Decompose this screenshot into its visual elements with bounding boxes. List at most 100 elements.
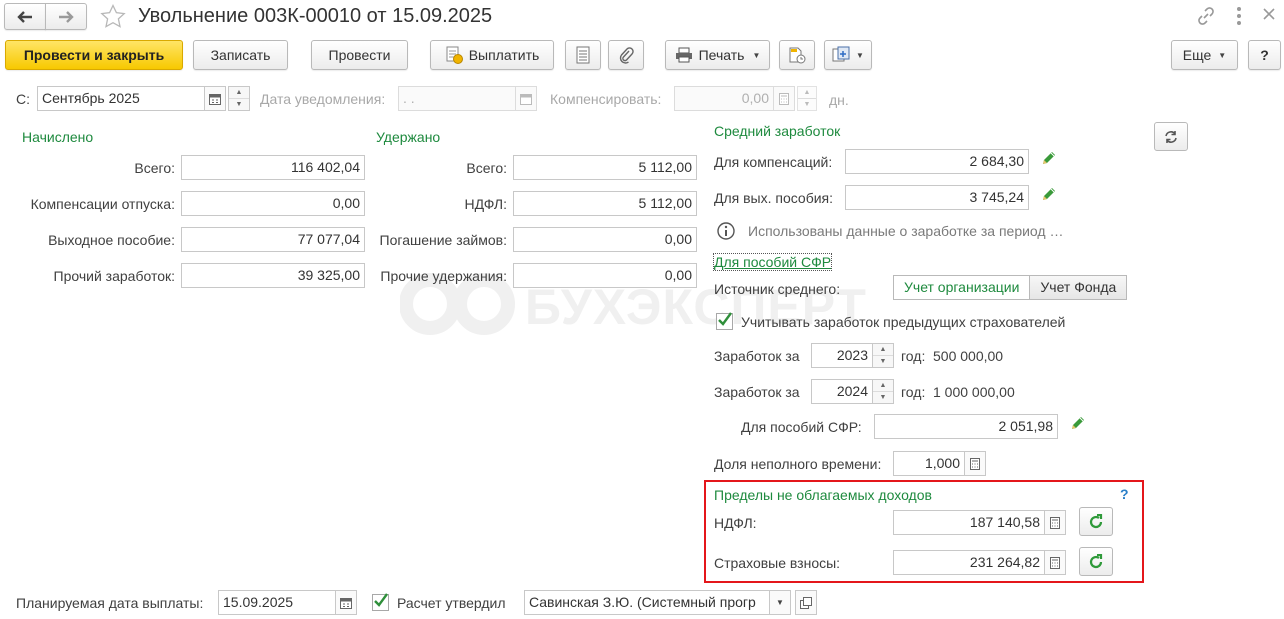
more-button[interactable]: Еще ▼ <box>1171 40 1238 70</box>
earnings-2023-year-label: год: <box>901 348 926 364</box>
approved-label: Расчет утвердил <box>397 595 506 611</box>
forward-button[interactable] <box>45 3 87 30</box>
back-button[interactable] <box>4 3 46 30</box>
limits-ndfl-refresh-button[interactable] <box>1079 507 1113 536</box>
checkmark-icon <box>374 593 388 607</box>
withheld-total-field[interactable]: 5 112,00 <box>513 155 697 180</box>
limits-help-icon[interactable]: ? <box>1120 486 1129 502</box>
avg-comp-field[interactable]: 2 684,30 <box>845 149 1029 174</box>
accrued-other-field[interactable]: 39 325,00 <box>181 263 365 288</box>
pay-date-calendar-button[interactable] <box>335 590 357 615</box>
parttime-calc-button[interactable] <box>964 451 986 476</box>
period-calendar-button[interactable] <box>204 86 226 111</box>
earnings-2024-label: Заработок за <box>714 384 800 400</box>
prev-insurers-checkbox[interactable] <box>716 312 733 330</box>
post-and-close-button[interactable]: Провести и закрыть <box>5 40 183 70</box>
accrued-vacation-field[interactable]: 0,00 <box>181 191 365 216</box>
attach-button[interactable] <box>608 40 644 70</box>
limits-insurance-refresh-button[interactable] <box>1079 547 1113 576</box>
limits-ndfl-field[interactable]: 187 140,58 <box>893 510 1045 535</box>
withheld-ndfl-label: НДФЛ: <box>464 196 507 212</box>
chevron-down-icon: ▼ <box>856 50 864 60</box>
refresh-green-icon <box>1089 553 1103 568</box>
edit-pencil-icon[interactable] <box>1041 150 1057 166</box>
calendar-icon <box>209 93 221 105</box>
close-icon[interactable] <box>1262 7 1276 24</box>
withheld-total-label: Всего: <box>466 160 507 176</box>
save-button[interactable]: Записать <box>193 40 288 70</box>
limits-insurance-field[interactable]: 231 264,82 <box>893 550 1045 575</box>
calculator-icon <box>1050 556 1060 569</box>
pay-button[interactable]: Выплатить <box>430 40 554 70</box>
create-based-on-button[interactable]: ▼ <box>824 40 872 70</box>
compensate-calc-button[interactable] <box>773 86 795 111</box>
post-button[interactable]: Провести <box>311 40 408 70</box>
source-org-option[interactable]: Учет организации <box>894 276 1031 299</box>
sfr-benefits-link[interactable]: Для пособий СФР <box>712 253 833 271</box>
link-icon[interactable] <box>1196 6 1216 29</box>
more-vertical-icon[interactable] <box>1236 6 1242 29</box>
earnings-2023-amount: 500 000,00 <box>933 348 1004 364</box>
earnings-2023-year-field[interactable]: 2023 <box>811 343 873 368</box>
approved-by-open-button[interactable] <box>795 590 817 615</box>
earnings-2023-spinner[interactable]: ▲ ▼ <box>872 343 894 368</box>
earnings-2024-year-label: год: <box>901 384 926 400</box>
report-clock-icon <box>789 47 806 64</box>
compensate-unit: дн. <box>829 92 849 108</box>
compensate-spinner[interactable]: ▲ ▼ <box>797 86 817 111</box>
calendar-icon <box>520 93 532 105</box>
avg-severance-field[interactable]: 3 745,24 <box>845 185 1029 210</box>
help-button[interactable]: ? <box>1248 40 1281 70</box>
notify-calendar-button[interactable] <box>515 86 537 111</box>
avg-sfr-label: Для пособий СФР: <box>741 419 862 435</box>
pay-date-label: Планируемая дата выплаты: <box>16 595 204 611</box>
pay-document-icon <box>446 46 463 64</box>
notify-date-field[interactable]: . . <box>398 86 516 111</box>
source-fund-option[interactable]: Учет Фонда <box>1030 276 1127 299</box>
accrued-severance-label: Выходное пособие: <box>48 232 175 248</box>
print-button[interactable]: Печать ▼ <box>665 40 770 70</box>
accrued-total-label: Всего: <box>134 160 175 176</box>
avg-source-switch[interactable]: Учет организации Учет Фонда <box>893 275 1128 300</box>
approved-by-field[interactable]: Савинская З.Ю. (Системный прогр <box>524 590 770 615</box>
withheld-other-label: Прочие удержания: <box>380 268 507 284</box>
accrued-heading: Начислено <box>22 129 94 145</box>
report-button[interactable] <box>779 40 815 70</box>
accrued-vacation-label: Компенсации отпуска: <box>30 196 175 212</box>
more-button-label: Еще <box>1182 47 1212 63</box>
limits-heading: Пределы не облагаемых доходов <box>714 487 932 503</box>
earnings-2024-year-field[interactable]: 2024 <box>811 379 873 404</box>
info-period-text: Использованы данные о заработке за перио… <box>748 223 1064 239</box>
prev-insurers-label: Учитывать заработок предыдущих страховат… <box>741 314 1066 330</box>
avg-sfr-field[interactable]: 2 051,98 <box>874 414 1058 439</box>
approved-checkbox[interactable] <box>372 593 389 611</box>
approved-by-dropdown-button[interactable]: ▼ <box>769 590 791 615</box>
withheld-ndfl-field[interactable]: 5 112,00 <box>513 191 697 216</box>
limits-insurance-label: Страховые взносы: <box>714 555 841 571</box>
period-spinner[interactable]: ▲ ▼ <box>228 86 250 111</box>
average-heading: Средний заработок <box>714 123 841 139</box>
avg-comp-label: Для компенсаций: <box>714 154 833 170</box>
period-from-field[interactable]: Сентябрь 2025 <box>37 86 205 111</box>
pay-date-field[interactable]: 15.09.2025 <box>218 590 336 615</box>
limits-insurance-calc-button[interactable] <box>1044 550 1066 575</box>
calculator-icon <box>1050 516 1060 529</box>
edit-pencil-icon[interactable] <box>1070 415 1086 431</box>
withheld-loans-field[interactable]: 0,00 <box>513 227 697 252</box>
favorite-star-icon[interactable] <box>100 3 126 32</box>
average-refresh-button[interactable] <box>1154 122 1188 151</box>
earnings-2023-label: Заработок за <box>714 348 800 364</box>
arrow-right-icon <box>59 10 74 23</box>
edit-pencil-icon[interactable] <box>1041 186 1057 202</box>
refresh-arrows-icon <box>1165 130 1177 143</box>
earnings-2024-spinner[interactable]: ▲ ▼ <box>872 379 894 404</box>
accrued-severance-field[interactable]: 77 077,04 <box>181 227 365 252</box>
avg-severance-label: Для вых. пособия: <box>714 190 834 206</box>
register-movements-button[interactable] <box>565 40 601 70</box>
compensate-days-field[interactable]: 0,00 <box>674 86 774 111</box>
limits-ndfl-calc-button[interactable] <box>1044 510 1066 535</box>
parttime-field[interactable]: 1,000 <box>893 451 965 476</box>
accrued-total-field[interactable]: 116 402,04 <box>181 155 365 180</box>
withheld-other-field[interactable]: 0,00 <box>513 263 697 288</box>
earnings-2024-amount: 1 000 000,00 <box>933 384 1015 400</box>
